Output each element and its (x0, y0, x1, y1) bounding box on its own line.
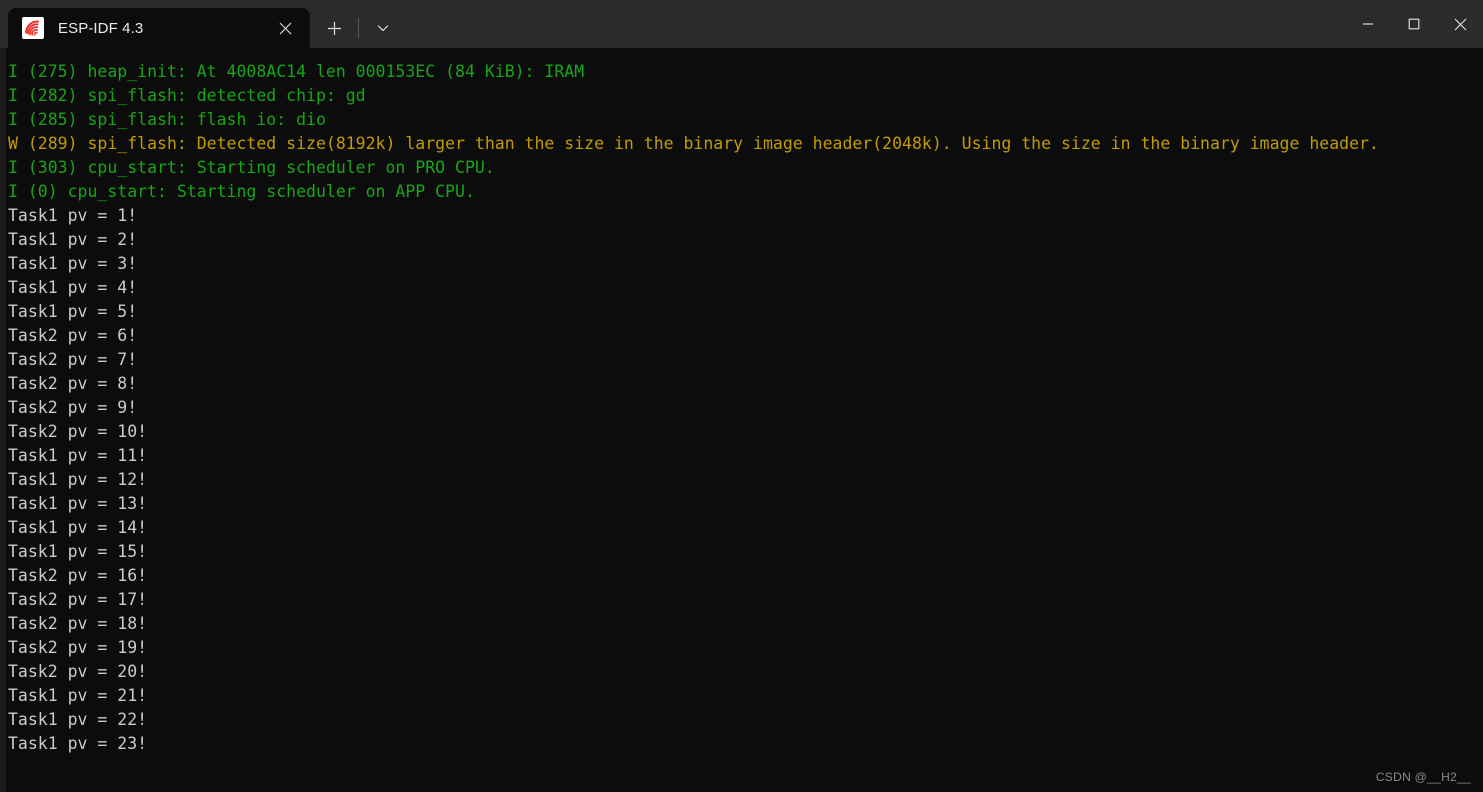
terminal-line: Task2 pv = 18! (8, 614, 148, 633)
new-tab-button[interactable] (316, 12, 352, 44)
tab-strip: ESP-IDF 4.3 (0, 0, 401, 48)
tab-strip-divider (358, 18, 359, 38)
terminal-line: Task1 pv = 2! (8, 230, 138, 249)
terminal-line: Task1 pv = 5! (8, 302, 138, 321)
csdn-watermark: CSDN @__H2__ (1375, 770, 1471, 784)
chevron-down-icon[interactable] (365, 12, 401, 44)
terminal-line: Task1 pv = 23! (8, 734, 148, 753)
terminal-line: Task1 pv = 22! (8, 710, 148, 729)
terminal-left-rail (0, 48, 6, 792)
terminal-line: W (289) spi_flash: Detected size(8192k) … (8, 134, 1379, 153)
tab-close-icon[interactable] (268, 13, 302, 43)
window-controls (1345, 0, 1483, 48)
minimize-button[interactable] (1345, 0, 1391, 48)
terminal-window: ESP-IDF 4.3 I (275) heap_init: At 4008AC… (0, 0, 1483, 792)
terminal-line: Task2 pv = 8! (8, 374, 138, 393)
terminal-line: Task2 pv = 16! (8, 566, 148, 585)
terminal-line: Task1 pv = 12! (8, 470, 148, 489)
terminal-line: Task2 pv = 17! (8, 590, 148, 609)
terminal-line: I (275) heap_init: At 4008AC14 len 00015… (8, 62, 585, 81)
terminal-line: I (282) spi_flash: detected chip: gd (8, 86, 366, 105)
maximize-button[interactable] (1391, 0, 1437, 48)
terminal-line: Task2 pv = 9! (8, 398, 138, 417)
terminal-line: Task1 pv = 1! (8, 206, 138, 225)
terminal-line: Task2 pv = 20! (8, 662, 148, 681)
tab-strip-actions (310, 8, 401, 48)
terminal-line: Task2 pv = 19! (8, 638, 148, 657)
terminal-line: Task1 pv = 11! (8, 446, 148, 465)
terminal-line: Task1 pv = 4! (8, 278, 138, 297)
terminal-line: Task2 pv = 10! (8, 422, 148, 441)
tab-title-label: ESP-IDF 4.3 (58, 19, 144, 37)
close-window-button[interactable] (1437, 0, 1483, 48)
terminal-line: Task1 pv = 21! (8, 686, 148, 705)
tab-esp-idf[interactable]: ESP-IDF 4.3 (8, 8, 310, 48)
terminal-line: Task1 pv = 15! (8, 542, 148, 561)
terminal-line: Task1 pv = 13! (8, 494, 148, 513)
terminal-line: I (303) cpu_start: Starting scheduler on… (8, 158, 495, 177)
terminal-line: Task2 pv = 7! (8, 350, 138, 369)
terminal-line: I (285) spi_flash: flash io: dio (8, 110, 326, 129)
terminal-line: I (0) cpu_start: Starting scheduler on A… (8, 182, 475, 201)
terminal-line: Task1 pv = 14! (8, 518, 148, 537)
terminal-output-pane[interactable]: I (275) heap_init: At 4008AC14 len 00015… (0, 48, 1483, 792)
terminal-line: Task1 pv = 3! (8, 254, 138, 273)
terminal-line: Task2 pv = 6! (8, 326, 138, 345)
title-bar: ESP-IDF 4.3 (0, 0, 1483, 48)
terminal-log-lines: I (275) heap_init: At 4008AC14 len 00015… (8, 60, 1480, 756)
espressif-logo-icon (22, 17, 44, 39)
